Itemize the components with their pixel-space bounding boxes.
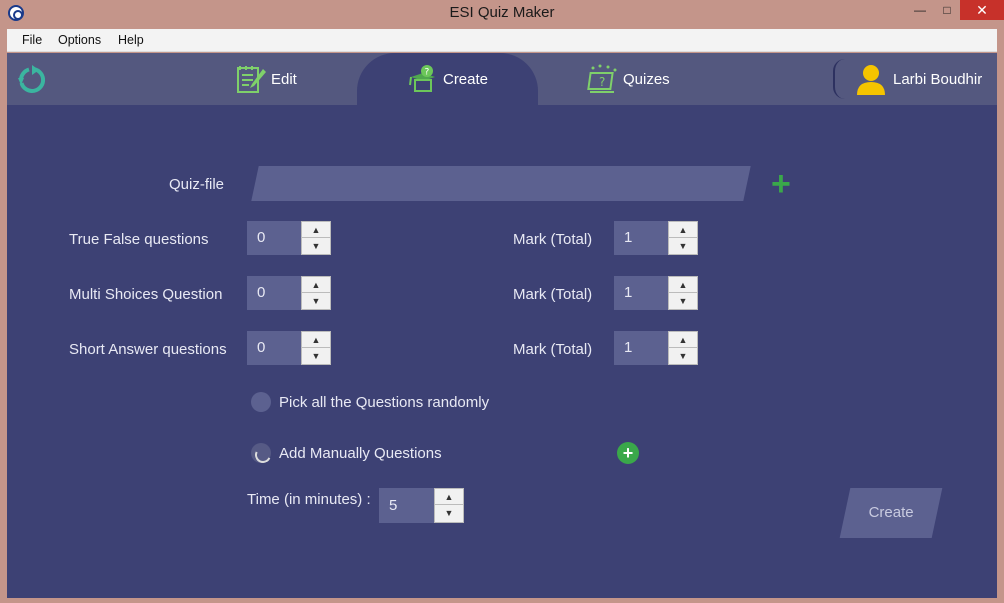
time-label: Time (in minutes) : (247, 491, 371, 508)
menu-help[interactable]: Help (118, 33, 144, 47)
notepad-pencil-icon (237, 66, 266, 93)
decrement-icon[interactable]: ▼ (302, 348, 330, 364)
increment-icon[interactable]: ▲ (302, 222, 330, 238)
minimize-button[interactable]: — (905, 0, 935, 20)
short-answer-mark-value: 1 (624, 339, 633, 356)
pick-randomly-label: Pick all the Questions randomly (279, 394, 490, 411)
increment-icon[interactable]: ▲ (669, 277, 697, 293)
quiz-file-label: Quiz-file (169, 176, 225, 193)
increment-icon[interactable]: ▲ (669, 222, 697, 238)
decrement-icon[interactable]: ▼ (435, 505, 463, 521)
true-false-count-value: 0 (257, 229, 266, 246)
svg-text:?: ? (424, 68, 429, 78)
tab-quizes[interactable]: ? Quizes (587, 53, 697, 105)
decrement-icon[interactable]: ▼ (669, 348, 697, 364)
svg-text:?: ? (599, 75, 605, 89)
short-answer-count-stepper[interactable]: 0 ▲ ▼ (247, 331, 331, 365)
multi-choice-mark-stepper[interactable]: 1 ▲ ▼ (614, 276, 698, 310)
multi-choice-mark-value: 1 (624, 284, 633, 301)
user-name: Larbi Boudhir (893, 70, 983, 88)
multi-choice-mark-label: Mark (Total) (513, 286, 593, 303)
close-button[interactable]: ✕ (960, 0, 1004, 20)
nav-header: Edit ? Create ? Quizes Larbi Boudhir (7, 53, 997, 105)
multi-choice-label: Multi Shoices Question (69, 286, 223, 303)
decrement-icon[interactable]: ▼ (302, 293, 330, 309)
tab-create[interactable]: ? Create (357, 53, 538, 105)
title-bar: ESI Quiz Maker — □ ✕ (0, 0, 1004, 28)
add-quiz-file-icon[interactable]: + (771, 167, 791, 201)
short-answer-mark-stepper[interactable]: 1 ▲ ▼ (614, 331, 698, 365)
true-false-mark-stepper[interactable]: 1 ▲ ▼ (614, 221, 698, 255)
true-false-count-stepper[interactable]: 0 ▲ ▼ (247, 221, 331, 255)
add-manually-radio[interactable] (251, 443, 271, 463)
user-avatar-icon (857, 65, 885, 95)
quiz-create-icon: ? (408, 65, 435, 92)
quiz-file-input[interactable] (251, 166, 751, 201)
add-manually-label: Add Manually Questions (279, 445, 442, 462)
decrement-icon[interactable]: ▼ (669, 238, 697, 254)
tab-quizes-label: Quizes (623, 70, 670, 88)
short-answer-label: Short Answer questions (69, 341, 227, 358)
increment-icon[interactable]: ▲ (302, 332, 330, 348)
tab-edit[interactable]: Edit (235, 53, 345, 105)
tab-create-label: Create (442, 70, 489, 88)
pick-randomly-radio[interactable] (251, 392, 271, 412)
add-question-icon[interactable]: + (617, 442, 639, 464)
menu-options[interactable]: Options (58, 33, 101, 47)
increment-icon[interactable]: ▲ (669, 332, 697, 348)
time-value: 5 (389, 497, 398, 514)
short-answer-mark-label: Mark (Total) (513, 341, 593, 358)
menu-file[interactable]: File (22, 33, 42, 47)
menu-bar: File Options Help (7, 29, 997, 52)
increment-icon[interactable]: ▲ (302, 277, 330, 293)
true-false-label: True False questions (69, 231, 209, 248)
create-button-label: Create (868, 504, 914, 521)
true-false-mark-label: Mark (Total) (513, 231, 593, 248)
user-profile[interactable]: Larbi Boudhir (833, 59, 982, 99)
maximize-button[interactable]: □ (932, 0, 962, 20)
multi-choice-count-stepper[interactable]: 0 ▲ ▼ (247, 276, 331, 310)
time-stepper[interactable]: 5 ▲ ▼ (379, 488, 464, 523)
window-title: ESI Quiz Maker (449, 4, 555, 21)
decrement-icon[interactable]: ▼ (302, 238, 330, 254)
app-window: ESI Quiz Maker — □ ✕ File Options Help E… (0, 0, 1004, 603)
increment-icon[interactable]: ▲ (435, 489, 463, 505)
create-panel: Quiz-file + True False questions 0 ▲ ▼ M… (7, 105, 997, 598)
multi-choice-count-value: 0 (257, 284, 266, 301)
tab-edit-label: Edit (271, 70, 297, 88)
refresh-icon[interactable] (17, 65, 47, 95)
create-button[interactable]: Create (839, 488, 943, 538)
decrement-icon[interactable]: ▼ (669, 293, 697, 309)
short-answer-count-value: 0 (257, 339, 266, 356)
quiz-board-icon: ? (587, 64, 617, 93)
true-false-mark-value: 1 (624, 229, 633, 246)
user-divider (833, 59, 845, 99)
